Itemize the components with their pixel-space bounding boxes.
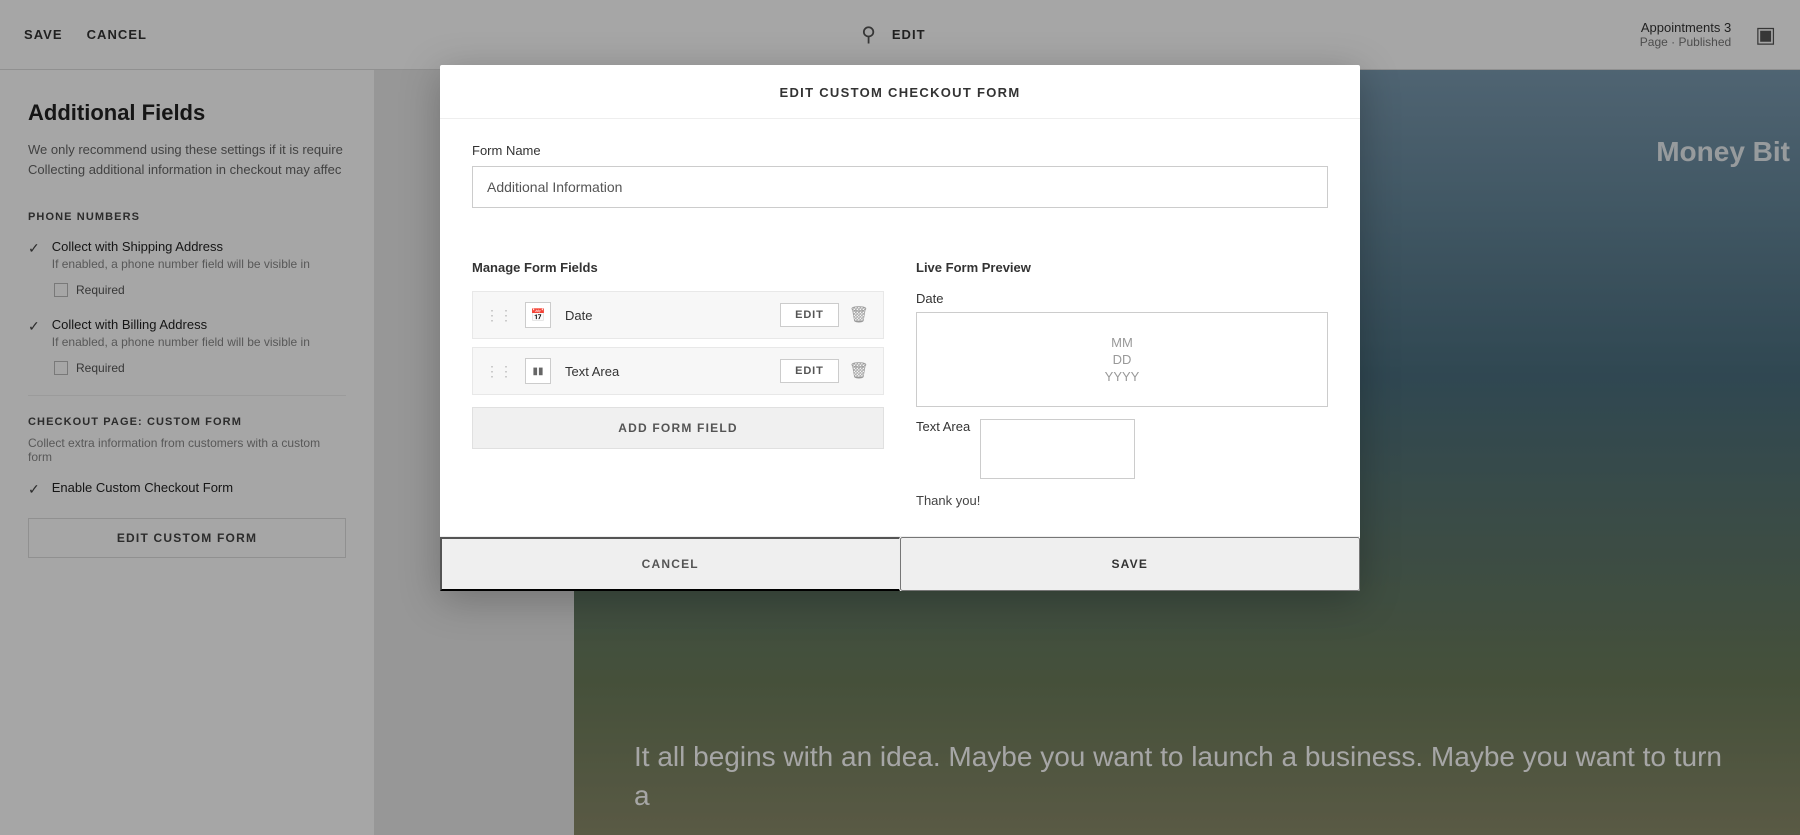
preview-date-yyyy: YYYY [937, 369, 1307, 384]
preview-date-dd: DD [937, 352, 1307, 367]
modal-cancel-button[interactable]: CANCEL [440, 537, 900, 591]
form-name-label: Form Name [472, 143, 1328, 158]
preview-date-mm: MM [937, 335, 1307, 350]
edit-custom-checkout-modal: EDIT CUSTOM CHECKOUT FORM Form Name Mana… [440, 65, 1360, 591]
textarea-field-icon: ▮▮ [525, 358, 551, 384]
textarea-field-row: ⋮⋮ ▮▮ Text Area EDIT 🗑 [472, 347, 884, 395]
date-field-name: Date [565, 308, 772, 323]
date-edit-button[interactable]: EDIT [780, 303, 839, 327]
preview-date-label: Date [916, 291, 1328, 306]
date-delete-button[interactable]: 🗑 [847, 305, 871, 325]
modal-header: EDIT CUSTOM CHECKOUT FORM [440, 65, 1360, 119]
form-name-section: Form Name [472, 143, 1328, 208]
textarea-drag-handle[interactable]: ⋮⋮ [485, 363, 513, 380]
preview-thankyou: Thank you! [916, 493, 1328, 508]
live-form-preview-label: Live Form Preview [916, 260, 1328, 275]
form-name-input[interactable] [472, 166, 1328, 208]
textarea-field-name: Text Area [565, 364, 772, 379]
add-form-field-button[interactable]: ADD FORM FIELD [472, 407, 884, 449]
textarea-edit-button[interactable]: EDIT [780, 359, 839, 383]
preview-textarea[interactable] [980, 419, 1135, 479]
modal-footer: CANCEL SAVE [440, 536, 1360, 591]
date-field-icon: 📅 [525, 302, 551, 328]
date-field-row: ⋮⋮ 📅 Date EDIT 🗑 [472, 291, 884, 339]
textarea-delete-button[interactable]: 🗑 [847, 361, 871, 381]
modal-left-col: Manage Form Fields ⋮⋮ 📅 Date EDIT 🗑 ⋮⋮ ▮… [472, 260, 884, 508]
modal-save-button[interactable]: SAVE [900, 537, 1361, 591]
date-drag-handle[interactable]: ⋮⋮ [485, 307, 513, 324]
preview-textarea-label: Text Area [916, 419, 970, 434]
modal-right-col: Live Form Preview Date MM DD YYYY Text A… [916, 260, 1328, 508]
modal-body: Manage Form Fields ⋮⋮ 📅 Date EDIT 🗑 ⋮⋮ ▮… [440, 232, 1360, 536]
preview-date-box: MM DD YYYY [916, 312, 1328, 407]
manage-form-fields-label: Manage Form Fields [472, 260, 884, 275]
